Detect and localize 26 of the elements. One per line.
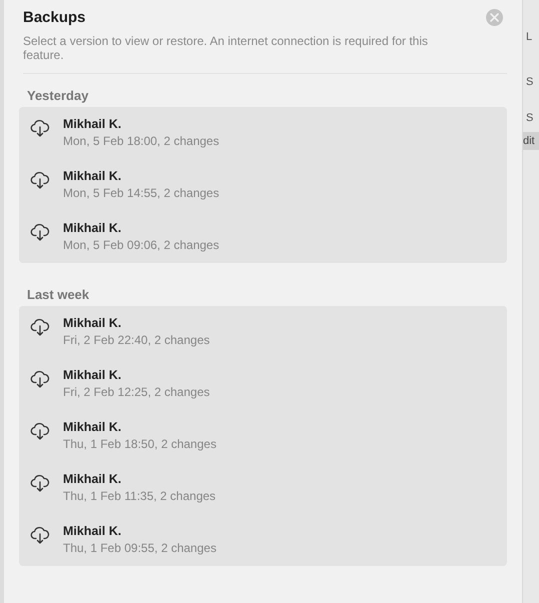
version-author[interactable]: Mikhail K. xyxy=(63,368,210,382)
version-author[interactable]: Mikhail K. xyxy=(63,472,216,486)
group-label: Last week xyxy=(26,286,90,304)
description-text: Select a version to view or restore. An internet connection is required for this feature. xyxy=(22,33,429,62)
cloud-download-icon xyxy=(30,171,50,189)
list-item-text: L xyxy=(526,31,532,43)
cloud-download-icon xyxy=(30,422,50,440)
edit-button[interactable]: dit xyxy=(523,132,539,150)
cloud-download-icon xyxy=(30,223,50,241)
version-author[interactable]: Mikhail K. xyxy=(63,221,220,235)
sheet-title: Backups xyxy=(23,9,86,26)
cloud-download-icon xyxy=(30,318,50,336)
close-button[interactable] xyxy=(486,9,503,26)
group-label: Yesterday xyxy=(26,87,90,105)
list-item-text: S xyxy=(526,76,534,88)
cloud-download-icon xyxy=(30,119,50,137)
cloud-download-icon xyxy=(30,370,50,388)
cloud-download-icon xyxy=(30,474,50,492)
version-author[interactable]: Mikhail K. xyxy=(63,169,220,183)
list-item-text: S xyxy=(526,112,534,124)
version-author[interactable]: Mikhail K. xyxy=(63,420,216,434)
close-icon xyxy=(490,13,499,22)
version-author[interactable]: Mikhail K. xyxy=(63,117,220,131)
cloud-download-icon xyxy=(30,526,50,544)
version-author[interactable]: Mikhail K. xyxy=(63,524,216,538)
version-author[interactable]: Mikhail K. xyxy=(63,316,210,330)
